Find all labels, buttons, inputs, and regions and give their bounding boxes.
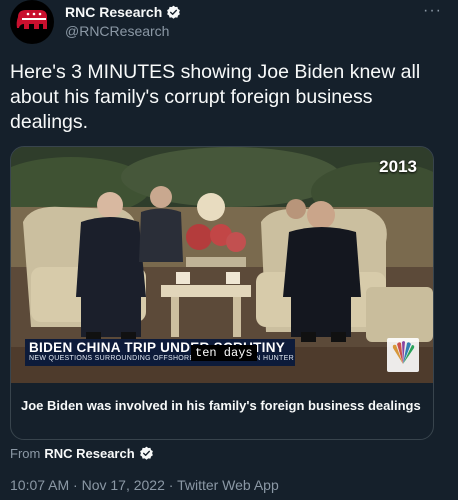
verified-badge-icon — [139, 446, 153, 460]
name-line: RNC Research — [65, 4, 181, 20]
tweet-timestamp[interactable]: 10:07 AM · Nov 17, 2022 · Twitter Web Ap… — [10, 477, 279, 493]
card-title[interactable]: Joe Biden was involved in his family's f… — [21, 397, 421, 414]
video-caption: ten days — [191, 345, 257, 361]
year-overlay: 2013 — [379, 157, 417, 176]
link-card[interactable]: 2013 BIDEN CHINA TRIP UNDER SCRUTINY NEW… — [10, 146, 434, 440]
verified-badge-icon — [167, 5, 181, 19]
display-name[interactable]: RNC Research — [65, 4, 162, 20]
video-thumbnail[interactable]: 2013 BIDEN CHINA TRIP UNDER SCRUTINY NEW… — [11, 147, 433, 383]
from-prefix: From — [10, 446, 41, 461]
handle[interactable]: @RNCResearch — [65, 23, 169, 39]
elephant-logo-icon — [16, 10, 47, 29]
nbc-logo-icon — [387, 338, 419, 372]
more-options-icon[interactable]: ··· — [423, 2, 442, 20]
peacock-icon — [392, 341, 415, 364]
avatar[interactable] — [10, 0, 54, 44]
tweet-header: RNC Research @RNCResearch ··· — [10, 0, 450, 46]
from-name[interactable]: RNC Research — [44, 446, 134, 461]
from-attribution: From RNC Research — [10, 446, 154, 461]
tweet-text: Here's 3 MINUTES showing Joe Biden knew … — [10, 61, 421, 133]
